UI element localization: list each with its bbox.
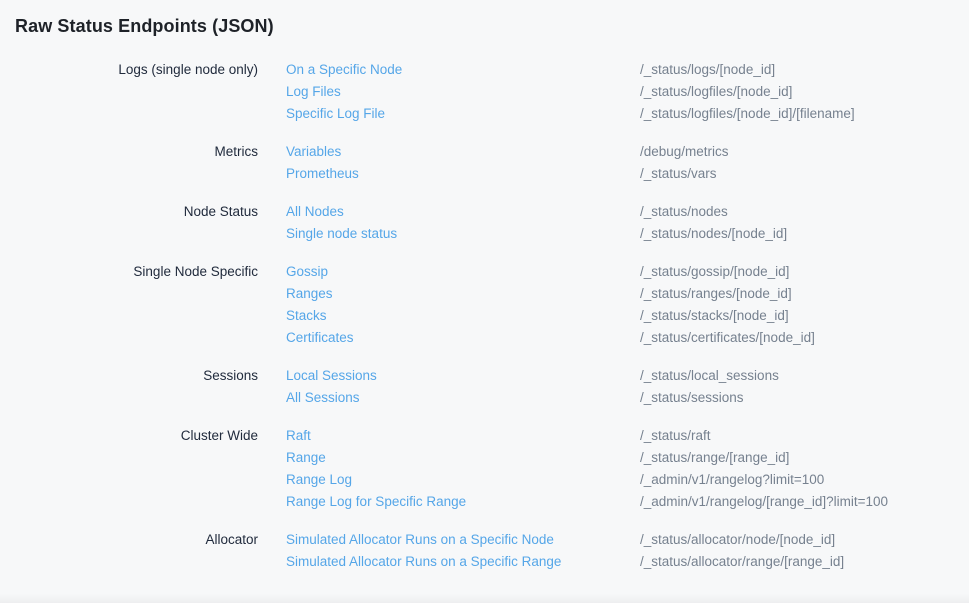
endpoint-path: /_admin/v1/rangelog?limit=100 (640, 469, 969, 491)
endpoint-category-label: Single Node Specific (0, 261, 258, 349)
endpoint-group: SessionsLocal SessionsAll Sessions/_stat… (0, 365, 969, 409)
endpoint-link[interactable]: Specific Log File (286, 103, 640, 125)
endpoint-category-label: Cluster Wide (0, 425, 258, 513)
endpoint-category-label: Node Status (0, 201, 258, 245)
endpoint-link[interactable]: Log Files (286, 81, 640, 103)
endpoint-link[interactable]: Range Log (286, 469, 640, 491)
endpoint-path: /_status/logfiles/[node_id] (640, 81, 969, 103)
endpoint-link[interactable]: Ranges (286, 283, 640, 305)
endpoint-link[interactable]: Local Sessions (286, 365, 640, 387)
endpoint-link[interactable]: All Sessions (286, 387, 640, 409)
endpoint-path: /_status/local_sessions (640, 365, 969, 387)
endpoint-path-list: /_status/allocator/node/[node_id]/_statu… (640, 529, 969, 573)
endpoint-path: /_status/certificates/[node_id] (640, 327, 969, 349)
endpoint-path: /_status/range/[range_id] (640, 447, 969, 469)
endpoint-group: Single Node SpecificGossipRangesStacksCe… (0, 261, 969, 349)
endpoint-groups: Logs (single node only)On a Specific Nod… (0, 59, 969, 573)
endpoint-link[interactable]: Certificates (286, 327, 640, 349)
endpoint-path-list: /_status/nodes/_status/nodes/[node_id] (640, 201, 969, 245)
endpoint-path: /_status/logs/[node_id] (640, 59, 969, 81)
endpoint-link[interactable]: All Nodes (286, 201, 640, 223)
endpoint-link[interactable]: Range (286, 447, 640, 469)
endpoint-link[interactable]: Simulated Allocator Runs on a Specific N… (286, 529, 640, 551)
endpoint-link[interactable]: Prometheus (286, 163, 640, 185)
endpoint-category-label: Allocator (0, 529, 258, 573)
endpoint-group: Allocator Simulated Allocator Runs on a S… (0, 529, 969, 573)
endpoint-link[interactable]: Raft (286, 425, 640, 447)
bottom-edge-divider (0, 594, 969, 603)
endpoint-link-list: GossipRangesStacksCertificates (258, 261, 640, 349)
endpoint-link-list: Local SessionsAll Sessions (258, 365, 640, 409)
endpoint-group: Logs (single node only)On a Specific Nod… (0, 59, 969, 125)
endpoint-path: /_status/stacks/[node_id] (640, 305, 969, 327)
endpoint-category-label: Logs (single node only) (0, 59, 258, 125)
endpoint-link[interactable]: Simulated Allocator Runs on a Specific R… (286, 551, 640, 573)
endpoint-link[interactable]: Single node status (286, 223, 640, 245)
endpoint-path-list: /_status/local_sessions/_status/sessions (640, 365, 969, 409)
endpoint-link[interactable]: Variables (286, 141, 640, 163)
endpoint-link[interactable]: On a Specific Node (286, 59, 640, 81)
raw-status-endpoints-page: Raw Status Endpoints (JSON) Logs (single… (0, 0, 969, 603)
endpoint-category-label: Sessions (0, 365, 258, 409)
endpoint-group: Cluster WideRaftRangeRange LogRange Log … (0, 425, 969, 513)
endpoint-category-label: Metrics (0, 141, 258, 185)
endpoint-path: /_status/logfiles/[node_id]/[filename] (640, 103, 969, 125)
endpoint-path-list: /debug/metrics/_status/vars (640, 141, 969, 185)
endpoint-link-list: All NodesSingle node status (258, 201, 640, 245)
endpoint-path: /_status/nodes/[node_id] (640, 223, 969, 245)
endpoint-link-list: RaftRangeRange LogRange Log for Specific… (258, 425, 640, 513)
endpoint-path: /_status/nodes (640, 201, 969, 223)
endpoint-path: /debug/metrics (640, 141, 969, 163)
endpoint-path-list: /_status/raft/_status/range/[range_id]/_… (640, 425, 969, 513)
endpoint-link-list: VariablesPrometheus (258, 141, 640, 185)
endpoint-path: /_admin/v1/rangelog/[range_id]?limit=100 (640, 491, 969, 513)
endpoint-group: Node StatusAll NodesSingle node status/_… (0, 201, 969, 245)
endpoint-path: /_status/allocator/node/[node_id] (640, 529, 969, 551)
endpoint-link[interactable]: Gossip (286, 261, 640, 283)
endpoint-path: /_status/ranges/[node_id] (640, 283, 969, 305)
page-title: Raw Status Endpoints (JSON) (0, 0, 969, 39)
endpoint-path: /_status/gossip/[node_id] (640, 261, 969, 283)
endpoint-path: /_status/allocator/range/[range_id] (640, 551, 969, 573)
endpoint-path-list: /_status/gossip/[node_id]/_status/ranges… (640, 261, 969, 349)
endpoint-path: /_status/vars (640, 163, 969, 185)
endpoint-path-list: /_status/logs/[node_id]/_status/logfiles… (640, 59, 969, 125)
endpoint-link-list: Simulated Allocator Runs on a Specific N… (258, 529, 640, 573)
endpoint-path: /_status/raft (640, 425, 969, 447)
endpoint-group: MetricsVariablesPrometheus/debug/metrics… (0, 141, 969, 185)
endpoint-link[interactable]: Stacks (286, 305, 640, 327)
endpoint-link[interactable]: Range Log for Specific Range (286, 491, 640, 513)
endpoint-path: /_status/sessions (640, 387, 969, 409)
endpoint-link-list: On a Specific NodeLog FilesSpecific Log … (258, 59, 640, 125)
